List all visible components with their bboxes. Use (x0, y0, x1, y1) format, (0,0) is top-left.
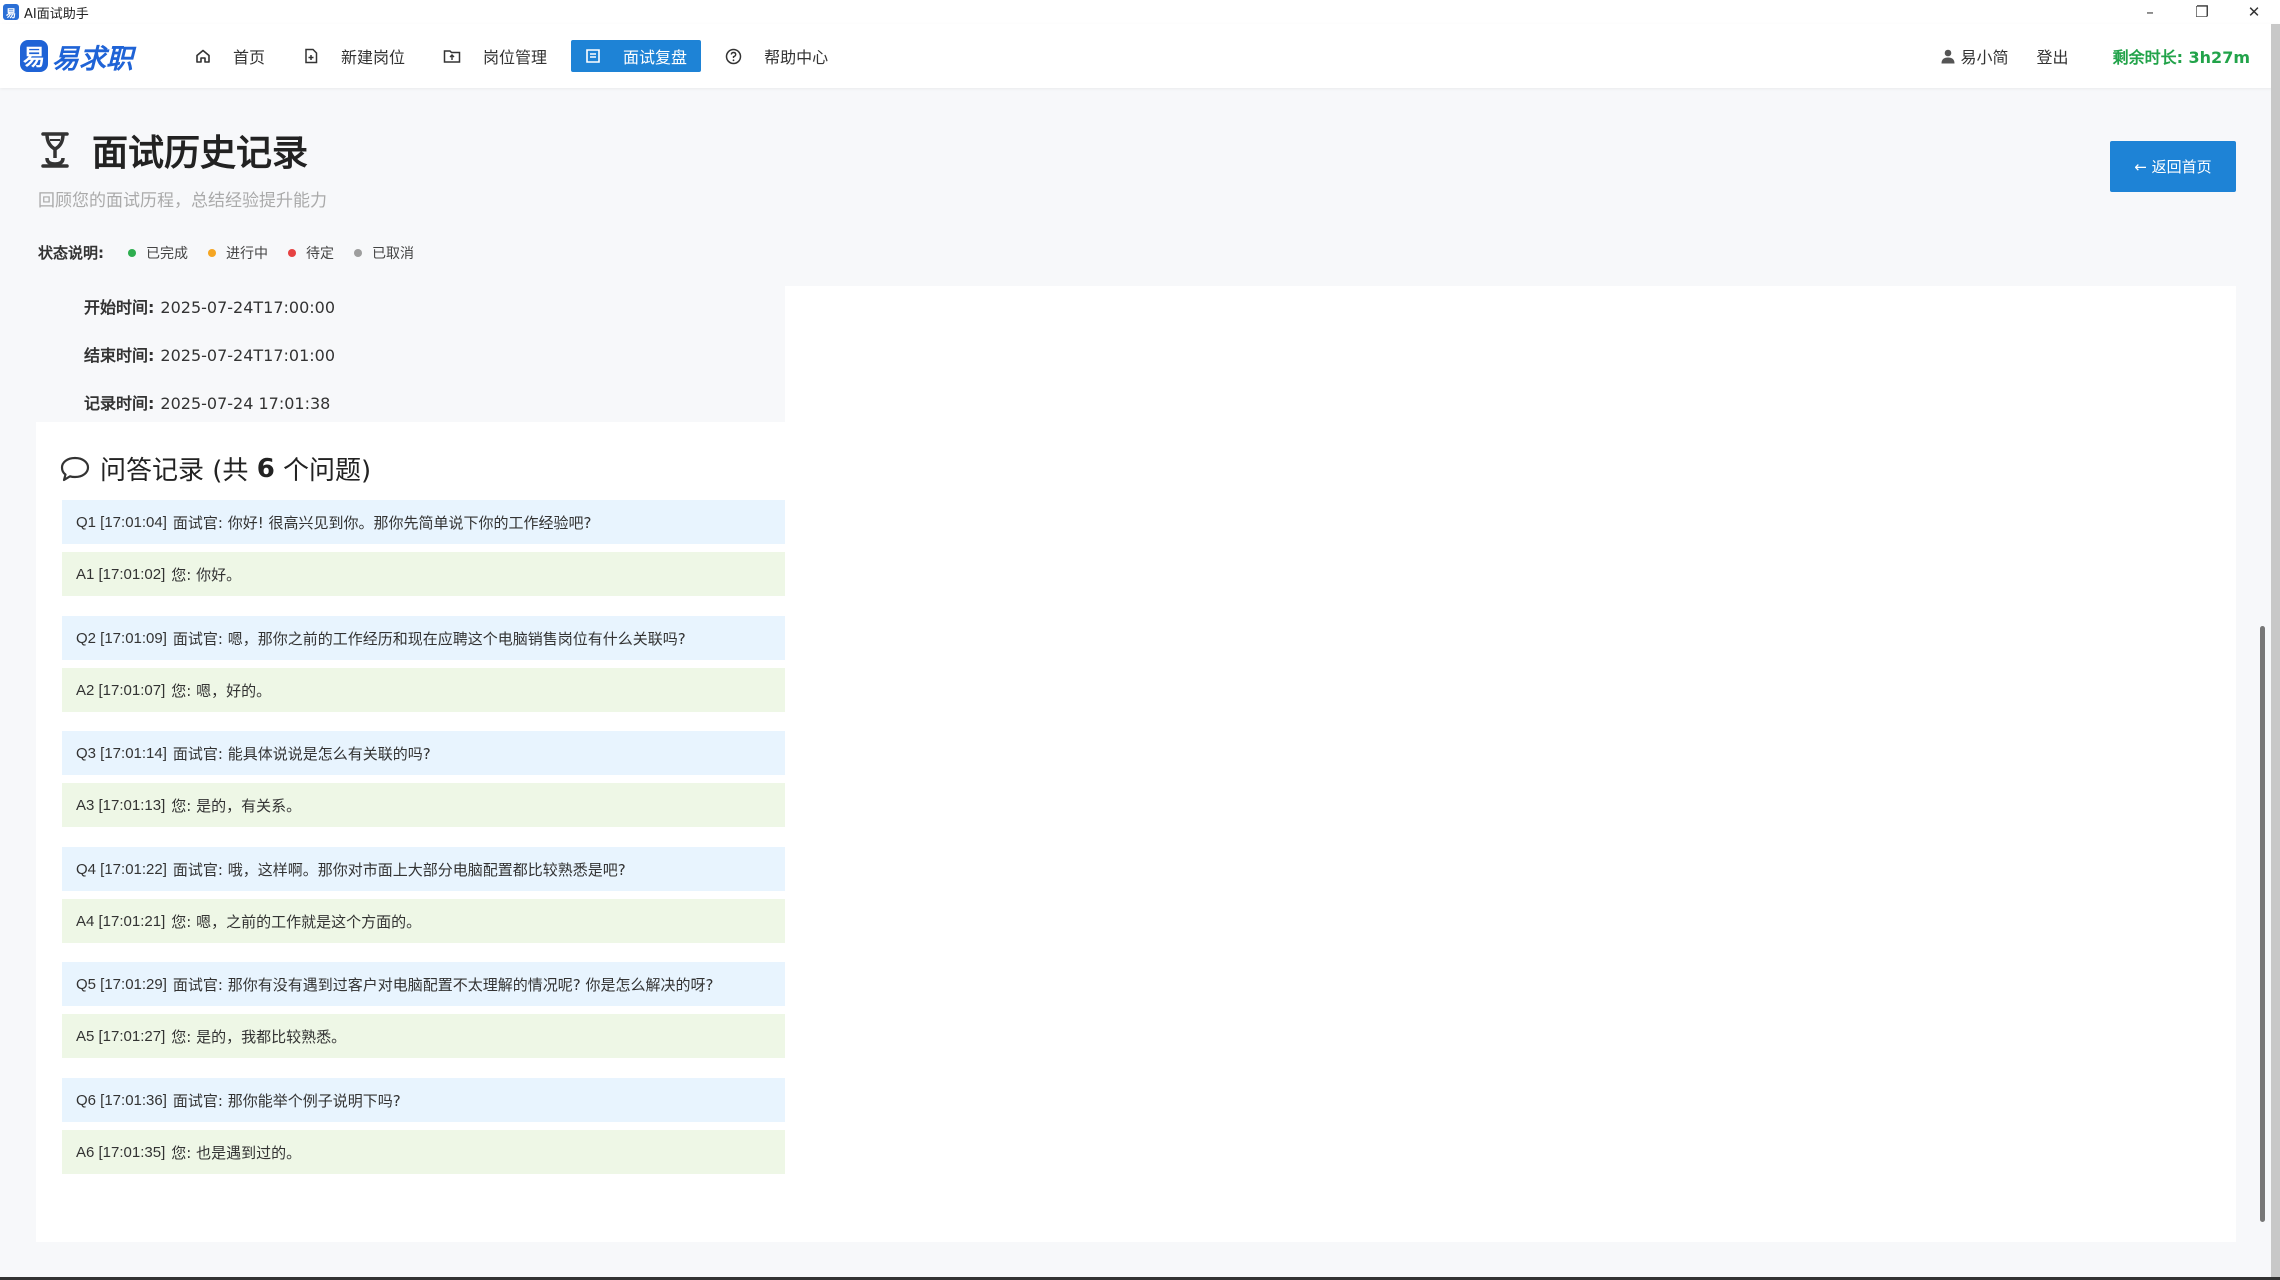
status-dot-icon (208, 248, 216, 257)
close-button[interactable]: ✕ (2228, 0, 2280, 24)
question-item: Q6 [17:01:36] 面试官: 那你能举个例子说明下吗? (62, 1078, 785, 1122)
nav-item-label: 面试复盘 (623, 48, 688, 67)
answer-item: A5 [17:01:27] 您: 是的，我都比较熟悉。 (62, 1014, 785, 1058)
app-window: 易 AI面试助手 – ❐ ✕ 易 易求职 首页 新建岗位 岗位管理 面试复盘 帮… (0, 0, 2280, 1277)
nav-item-interview-review[interactable]: 面试复盘 (571, 40, 702, 72)
answer-item: A6 [17:01:35] 您: 也是遇到过的。 (62, 1130, 785, 1174)
question-item: Q5 [17:01:29] 面试官: 那你有没有遇到过客户对电脑配置不太理解的情况… (62, 962, 785, 1006)
window-controls: – ❐ ✕ (2124, 0, 2280, 24)
question-item: Q4 [17:01:22] 面试官: 哦，这样啊。那你对市面上大部分电脑配置都比较… (62, 847, 785, 891)
interview-meta-card: 开始时间: 2025-07-24T17:00:00 结束时间: 2025-07-24… (36, 286, 785, 422)
home-icon (196, 49, 210, 63)
qa-count: 6 (256, 453, 275, 484)
user-name: 易小简 (1960, 48, 2009, 67)
legend-completed: 已完成 (128, 243, 188, 263)
top-navbar: 易 易求职 首页 新建岗位 岗位管理 面试复盘 帮助中心 易小简 登出 剩余时长… (0, 24, 2280, 88)
app-icon: 易 (3, 4, 19, 20)
folder-icon (443, 50, 461, 63)
trophy-icon (41, 132, 69, 168)
answer-item: A1 [17:01:02] 您: 你好。 (62, 552, 785, 596)
end-time-label: 结束时间: (84, 346, 155, 365)
window-resize-edge (2271, 24, 2280, 1277)
status-legend: 状态说明: 已完成 进行中 待定 已取消 (38, 242, 434, 263)
title-bar: 易 AI面试助手 – ❐ ✕ (0, 0, 2280, 24)
remaining-time: 剩余时长: 3h27m (2112, 48, 2250, 67)
review-icon (586, 49, 600, 63)
back-home-button[interactable]: ← 返回首页 (2110, 141, 2236, 192)
history-detail-panel[interactable]: 开始时间: 2025-07-24T17:00:00 结束时间: 2025-07-24… (36, 286, 2272, 1242)
record-time-label: 记录时间: (84, 394, 155, 413)
qa-title-suffix: 个问题) (283, 456, 372, 486)
logo[interactable]: 易 易求职 (20, 37, 133, 76)
logo-text: 易求职 (52, 43, 133, 75)
status-dot-icon (128, 248, 136, 257)
page-header: 面试历史记录 (38, 124, 308, 176)
answer-item: A4 [17:01:21] 您: 嗯，之前的工作就是这个方面的。 (62, 899, 785, 943)
start-time-label: 开始时间: (84, 298, 155, 317)
user-icon (1941, 49, 1955, 63)
nav-item-home[interactable]: 首页 (181, 40, 279, 72)
start-time-value: 2025-07-24T17:00:00 (160, 298, 336, 317)
qa-section-title: 问答记录 (共 6 个问题) (60, 450, 371, 487)
legend-in-progress: 进行中 (208, 243, 268, 263)
nav-item-position-manage[interactable]: 岗位管理 (429, 40, 561, 72)
status-dot-icon (354, 248, 362, 257)
nav-menu: 首页 新建岗位 岗位管理 面试复盘 帮助中心 (181, 40, 852, 72)
page-subtitle: 回顾您的面试历程，总结经验提升能力 (38, 191, 327, 211)
restore-button[interactable]: ❐ (2176, 0, 2228, 24)
question-item: Q1 [17:01:04] 面试官: 你好! 很高兴见到你。那你先简单说下你的工作… (62, 500, 785, 544)
legend-pending: 待定 (288, 243, 334, 263)
page-title: 面试历史记录 (92, 132, 309, 174)
record-time-row: 记录时间: 2025-07-24 17:01:38 (84, 390, 330, 414)
nav-item-help[interactable]: 帮助中心 (711, 40, 842, 72)
end-time-value: 2025-07-24T17:01:00 (160, 346, 336, 365)
chat-bubble-icon (60, 456, 90, 481)
logo-mark-icon: 易 (20, 40, 48, 72)
minimize-button[interactable]: – (2124, 0, 2176, 24)
scrollbar[interactable] (2256, 286, 2272, 1242)
nav-item-new-position[interactable]: 新建岗位 (289, 40, 419, 72)
status-dot-icon (288, 248, 296, 257)
window-title: AI面试助手 (24, 6, 89, 22)
nav-right: 易小简 登出 剩余时长: 3h27m (1941, 24, 2250, 88)
help-icon (725, 48, 742, 64)
nav-item-label: 岗位管理 (483, 48, 548, 67)
nav-item-label: 新建岗位 (341, 48, 406, 67)
nav-item-label: 首页 (233, 48, 266, 67)
user-menu[interactable]: 易小简 (1941, 44, 2009, 68)
answer-item: A3 [17:01:13] 您: 是的，有关系。 (62, 783, 785, 827)
new-file-icon (305, 48, 318, 64)
start-time-row: 开始时间: 2025-07-24T17:00:00 (84, 294, 335, 318)
scrollbar-thumb[interactable] (2260, 626, 2265, 1222)
status-legend-label: 状态说明: (38, 244, 104, 262)
qa-title-prefix: 问答记录 (共 (100, 456, 249, 486)
answer-item: A2 [17:01:07] 您: 嗯，好的。 (62, 668, 785, 712)
legend-cancelled: 已取消 (354, 243, 414, 263)
nav-item-label: 帮助中心 (764, 48, 829, 67)
logout-link[interactable]: 登出 (2037, 44, 2069, 68)
end-time-row: 结束时间: 2025-07-24T17:01:00 (84, 342, 335, 366)
question-item: Q2 [17:01:09] 面试官: 嗯，那你之前的工作经历和现在应聘这个电脑销售… (62, 616, 785, 660)
question-item: Q3 [17:01:14] 面试官: 能具体说说是怎么有关联的吗? (62, 731, 785, 775)
record-time-value: 2025-07-24 17:01:38 (160, 394, 331, 413)
